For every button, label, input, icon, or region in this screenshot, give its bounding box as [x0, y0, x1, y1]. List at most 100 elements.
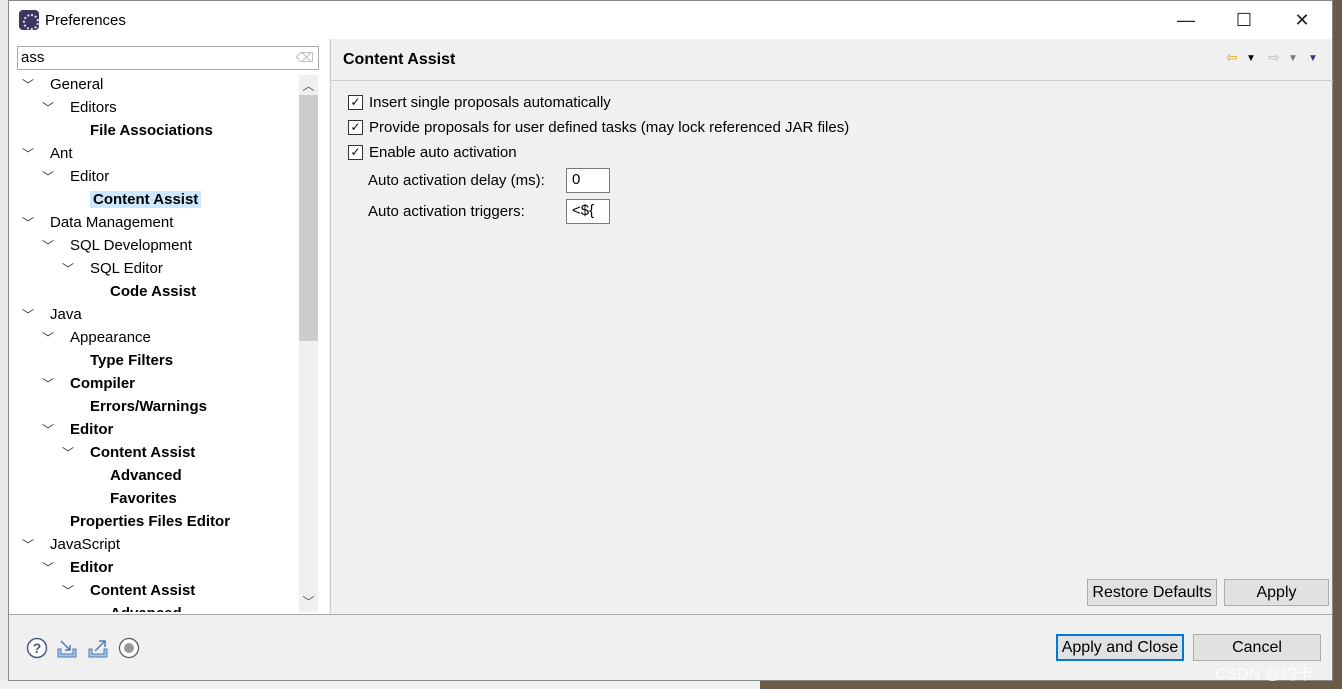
delay-input[interactable]: 0 — [566, 168, 610, 193]
checkbox-icon[interactable]: ✓ — [348, 120, 363, 135]
tree-item[interactable]: Advanced — [89, 603, 182, 612]
checkbox-label: Provide proposals for user defined tasks… — [369, 119, 850, 136]
chevron-down-icon[interactable]: ﹀ — [21, 212, 35, 234]
forward-arrow-icon[interactable]: ⇨ — [1268, 49, 1280, 66]
chevron-down-icon[interactable]: ﹀ — [41, 373, 55, 395]
window-title: Preferences — [45, 11, 126, 29]
back-menu-icon[interactable]: ▼ — [1246, 53, 1256, 64]
chevron-down-icon[interactable]: ﹀ — [41, 97, 55, 119]
minimize-button[interactable]: — — [1157, 1, 1215, 39]
chevron-down-icon[interactable]: ﹀ — [61, 580, 75, 602]
forward-menu-icon[interactable]: ▼ — [1288, 53, 1298, 64]
restore-defaults-button[interactable]: Restore Defaults — [1087, 579, 1217, 606]
tree-item[interactable]: ﹀ Ant — [22, 143, 73, 165]
preferences-dialog: Preferences — ☐ ✕ ass ⌫ ﹀ General ﹀ Editors F… — [8, 0, 1333, 681]
tree-item-label: General — [50, 76, 104, 93]
triggers-input[interactable]: <${ — [566, 199, 610, 224]
triggers-label: Auto activation triggers: — [368, 203, 525, 220]
record-icon[interactable] — [118, 637, 140, 659]
tree-item[interactable]: ﹀ General — [22, 75, 104, 96]
checkbox-label: Enable auto activation — [369, 144, 517, 161]
tree-item-label: Advanced — [110, 605, 182, 612]
tree-scrollbar[interactable]: ︿ ﹀ — [299, 75, 318, 612]
tree-item[interactable]: ﹀ Editor — [42, 166, 110, 188]
tree-item-label: SQL Development — [70, 237, 193, 254]
chevron-down-icon[interactable]: ﹀ — [61, 258, 75, 280]
tree-item[interactable]: ﹀ SQL Editor — [62, 258, 163, 280]
import-icon[interactable] — [56, 637, 78, 659]
tree-item-label: Editor — [70, 421, 114, 438]
tree-item-label: Content Assist — [90, 444, 196, 461]
tree-item-label: Editor — [70, 168, 110, 185]
checkbox-insert-single[interactable]: ✓ Insert single proposals automatically — [348, 94, 611, 111]
help-icon[interactable]: ? — [26, 637, 48, 659]
checkbox-label: Insert single proposals automatically — [369, 94, 611, 111]
tree-item[interactable]: ﹀ SQL Development — [42, 235, 193, 257]
scrollbar-thumb[interactable] — [299, 95, 318, 341]
eclipse-icon — [19, 10, 39, 30]
tree-item[interactable]: ﹀ Content Assist — [62, 580, 195, 602]
maximize-button[interactable]: ☐ — [1215, 1, 1273, 39]
tree-item[interactable]: ﹀ Content Assist — [62, 442, 196, 464]
tree-item-label: Appearance — [70, 329, 151, 346]
scroll-up-icon[interactable]: ︿ — [299, 77, 318, 95]
tree-item-label: Properties Files Editor — [70, 513, 231, 530]
tree-item[interactable]: Content Assist — [69, 189, 202, 211]
tree-item[interactable]: ﹀ Data Management — [22, 212, 174, 234]
tree-item[interactable]: ﹀ JavaScript — [22, 534, 121, 556]
chevron-down-icon[interactable]: ﹀ — [41, 327, 55, 349]
tree-item[interactable]: Code Assist — [89, 281, 196, 303]
watermark: CSDN @约卡 — [1215, 666, 1314, 683]
apply-and-close-button[interactable]: Apply and Close — [1056, 634, 1184, 661]
chevron-down-icon[interactable]: ﹀ — [41, 419, 55, 441]
tree-item[interactable]: File Associations — [69, 120, 213, 142]
tree-item-label: Code Assist — [110, 283, 197, 300]
divider — [9, 614, 1332, 615]
filter-input[interactable]: ass ⌫ — [17, 46, 319, 70]
chevron-down-icon[interactable]: ﹀ — [61, 442, 75, 464]
tree-item[interactable]: Errors/Warnings — [69, 396, 207, 418]
scroll-down-icon[interactable]: ﹀ — [299, 593, 318, 611]
background-window — [0, 680, 760, 689]
preference-page: Content Assist ⇦ ▼ ⇨ ▼ ▼ ✓ Insert single … — [330, 39, 1333, 614]
chevron-down-icon[interactable]: ﹀ — [41, 557, 55, 579]
close-button[interactable]: ✕ — [1273, 1, 1331, 39]
tree-item[interactable]: Favorites — [89, 488, 177, 510]
tree-item-label: Ant — [50, 145, 73, 162]
tree-item[interactable]: Advanced — [89, 465, 182, 487]
title-bar: Preferences — ☐ ✕ — [9, 1, 1332, 39]
tree-item[interactable]: ﹀ Java — [22, 304, 82, 326]
tree-item-label: File Associations — [90, 122, 213, 139]
tree-item[interactable]: ﹀ Appearance — [42, 327, 151, 349]
back-arrow-icon[interactable]: ⇦ — [1226, 49, 1238, 66]
chevron-down-icon[interactable]: ﹀ — [41, 166, 55, 188]
chevron-down-icon[interactable]: ﹀ — [21, 75, 35, 96]
tree-item[interactable]: Properties Files Editor — [49, 511, 230, 533]
tree-item-label: JavaScript — [50, 536, 121, 553]
tree-item-label: Compiler — [70, 375, 136, 392]
export-icon[interactable] — [87, 637, 109, 659]
checkbox-auto-activation[interactable]: ✓ Enable auto activation — [348, 144, 517, 161]
tree-item-label: Data Management — [50, 214, 174, 231]
chevron-down-icon[interactable]: ﹀ — [21, 534, 35, 556]
tree-item[interactable]: ﹀ Editor — [42, 419, 114, 441]
tree-item[interactable]: ﹀ Editors — [42, 97, 117, 119]
cancel-button[interactable]: Cancel — [1193, 634, 1321, 661]
tree-item[interactable]: Type Filters — [69, 350, 173, 372]
tree-item-label: Java — [50, 306, 82, 323]
svg-text:?: ? — [33, 640, 42, 656]
tree-item[interactable]: ﹀ Editor — [42, 557, 113, 579]
tree-item-label: Content Assist — [90, 191, 202, 208]
tree-item[interactable]: ﹀ Compiler — [42, 373, 136, 395]
page-title: Content Assist — [343, 51, 456, 68]
chevron-down-icon[interactable]: ﹀ — [41, 235, 55, 257]
checkbox-icon[interactable]: ✓ — [348, 145, 363, 160]
view-menu-icon[interactable]: ▼ — [1308, 53, 1318, 64]
chevron-down-icon[interactable]: ﹀ — [21, 143, 35, 165]
apply-button[interactable]: Apply — [1224, 579, 1329, 606]
checkbox-icon[interactable]: ✓ — [348, 95, 363, 110]
checkbox-user-tasks[interactable]: ✓ Provide proposals for user defined task… — [348, 119, 849, 136]
clear-filter-icon[interactable]: ⌫ — [296, 50, 314, 66]
chevron-down-icon[interactable]: ﹀ — [21, 304, 35, 326]
delay-label: Auto activation delay (ms): — [368, 172, 545, 189]
